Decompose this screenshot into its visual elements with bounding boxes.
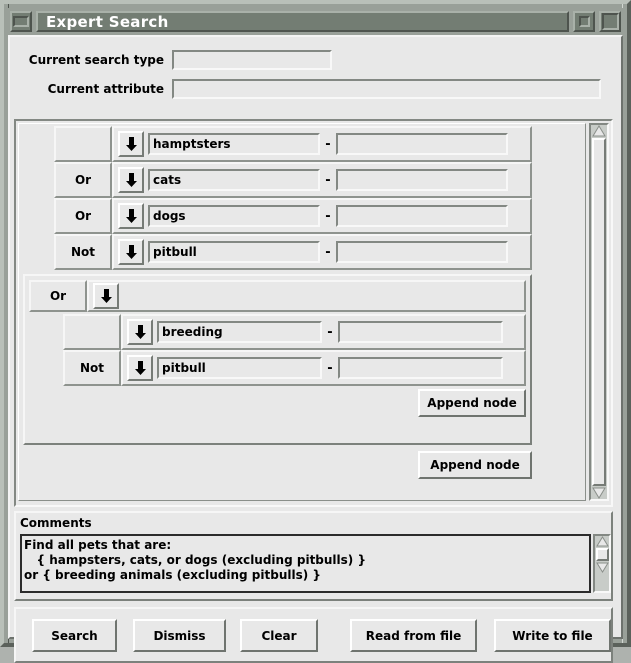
query-scroll-pane: hamptsters - Or cats - Or dogs - Not pit… [18,123,586,501]
range-separator: - [327,360,333,376]
query-row-body: pitbull - [112,234,532,270]
range-separator: - [325,244,331,260]
scroll-down-button[interactable] [595,562,609,573]
query-row-body: pitbull - [121,350,526,386]
search-context-panel: Current search type Current attribute [14,41,613,113]
query-row-operator[interactable]: Not [54,234,112,270]
down-arrow-icon-button[interactable] [93,283,119,309]
query-range-to-input[interactable] [336,205,508,227]
query-row: breeding - [63,314,526,350]
query-row-body: cats - [112,162,532,198]
client-area: Current search type Current attribute ha… [8,35,623,663]
window-menu-icon [13,16,29,27]
query-term-input[interactable]: cats [148,169,320,191]
scroll-up-button[interactable] [592,125,606,137]
query-term-input[interactable]: pitbull [148,241,320,263]
read-from-file-button[interactable]: Read from file [350,619,477,652]
subgroup-operator[interactable]: Or [29,280,87,312]
maximize-icon [601,13,619,30]
scroll-up-arrow-icon [595,536,609,547]
range-separator: - [327,324,333,340]
minimize-icon [578,16,590,27]
maximize-button[interactable] [599,11,621,32]
action-button-bar: Search Dismiss Clear Read from file Writ… [14,607,613,663]
comments-panel: Comments Find all pets that are: { hamps… [14,511,613,601]
down-arrow-icon [125,136,137,151]
range-separator: - [325,172,331,188]
subgroup-header-body [87,280,526,312]
current-search-type-field[interactable] [172,50,332,70]
scroll-down-arrow-icon [595,562,609,573]
query-term-input[interactable]: dogs [148,205,320,227]
query-range-to-input[interactable] [336,241,508,263]
query-term-input[interactable]: pitbull [157,357,322,379]
title-bar[interactable]: Expert Search [8,8,623,35]
window-frame: Expert Search Current search type Curren… [0,0,631,663]
scroll-up-button[interactable] [595,536,609,547]
query-term-input[interactable]: breeding [157,321,322,343]
down-arrow-icon-button[interactable] [118,203,144,229]
query-row: hamptsters - [54,126,532,162]
down-arrow-icon-button[interactable] [118,167,144,193]
range-separator: - [325,208,331,224]
comments-scrollbar[interactable] [593,534,611,593]
clear-button[interactable]: Clear [240,619,318,652]
query-row-operator[interactable]: Or [54,162,112,198]
search-button[interactable]: Search [32,619,117,652]
query-row-body: hamptsters - [112,126,532,162]
query-row: Or cats - [54,162,532,198]
down-arrow-icon-button[interactable] [118,239,144,265]
down-arrow-icon [100,288,112,303]
down-arrow-icon-button[interactable] [127,319,153,345]
query-row-body: dogs - [112,198,532,234]
down-arrow-icon-button[interactable] [127,355,153,381]
comments-label: Comments [20,516,92,530]
query-row-operator[interactable]: Or [54,198,112,234]
down-arrow-icon [125,244,137,259]
query-row: Or dogs - [54,198,532,234]
window-title: Expert Search [36,11,569,32]
scrollbar-thumb[interactable] [592,138,606,486]
query-row-operator[interactable] [63,314,121,350]
query-subgroup: Or breeding - Not pitbull - Append node [23,274,532,445]
down-arrow-icon [125,208,137,223]
query-row-operator[interactable]: Not [63,350,121,386]
query-range-to-input[interactable] [336,133,508,155]
down-arrow-icon [125,172,137,187]
query-row: Not pitbull - [63,350,526,386]
range-separator: - [325,136,331,152]
query-row-operator[interactable] [54,126,112,162]
query-term-input[interactable]: hamptsters [148,133,320,155]
current-attribute-field[interactable] [172,79,601,99]
dismiss-button[interactable]: Dismiss [133,619,226,652]
scroll-down-button[interactable] [592,487,606,499]
query-range-to-input[interactable] [336,169,508,191]
current-attribute-label: Current attribute [47,82,164,96]
scroll-up-arrow-icon [592,125,606,137]
comments-textarea[interactable]: Find all pets that are: { hampsters, cat… [20,534,591,593]
window-menu-button[interactable] [10,11,32,32]
down-arrow-icon [134,324,146,339]
down-arrow-icon-button[interactable] [118,131,144,157]
query-range-to-input[interactable] [338,357,503,379]
current-search-type-label: Current search type [28,53,164,67]
scrollbar-thumb[interactable] [595,548,609,561]
minimize-button[interactable] [573,11,595,32]
query-row: Not pitbull - [54,234,532,270]
append-node-button-root[interactable]: Append node [418,451,532,479]
query-row-body: breeding - [121,314,526,350]
append-node-button-subgroup[interactable]: Append node [418,389,526,417]
down-arrow-icon [134,360,146,375]
query-range-to-input[interactable] [338,321,503,343]
write-to-file-button[interactable]: Write to file [494,619,611,652]
scroll-down-arrow-icon [592,487,606,499]
query-builder-panel: hamptsters - Or cats - Or dogs - Not pit… [14,119,613,507]
query-scrollbar[interactable] [589,123,609,501]
